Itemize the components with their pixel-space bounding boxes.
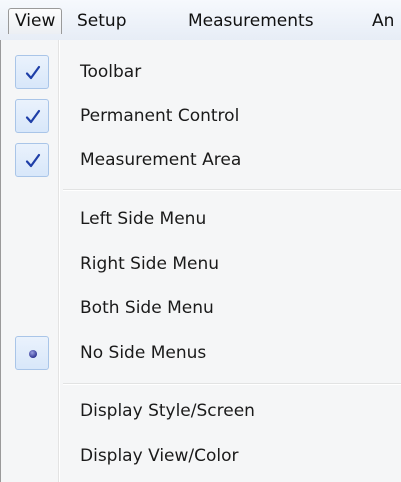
menu-item-label: Permanent Control — [80, 106, 240, 126]
menu-item-measurement-area[interactable]: Measurement Area — [1, 138, 401, 182]
check-icon — [25, 109, 41, 124]
menu-item-right-side-menu[interactable]: Right Side Menu — [1, 242, 401, 286]
check-icon — [25, 153, 41, 168]
menu-item-label: Toolbar — [80, 62, 142, 82]
menu-item-permanent-control[interactable]: Permanent Control — [1, 94, 401, 138]
menu-item-left-side-menu[interactable]: Left Side Menu — [1, 197, 401, 241]
menu-analysis[interactable]: An — [368, 9, 398, 33]
menu-item-no-side-menus[interactable]: No Side Menus — [1, 331, 401, 375]
menu-item-label: Measurement Area — [80, 150, 242, 170]
menu-measurements[interactable]: Measurements — [184, 9, 318, 33]
menu-item-both-side-menu[interactable]: Both Side Menu — [1, 286, 401, 330]
menu-item-display-view-color[interactable]: Display View/Color — [1, 434, 401, 478]
menu-setup[interactable]: Setup — [73, 9, 130, 33]
check-icon — [25, 65, 41, 80]
menu-item-label: No Side Menus — [80, 343, 207, 363]
menu-item-label: Both Side Menu — [80, 298, 214, 318]
menu-item-label: Left Side Menu — [80, 209, 207, 229]
menu-item-label: Display View/Color — [80, 446, 239, 466]
menu-bar: View Setup Measurements An — [0, 0, 401, 41]
menu-item-label: Display Style/Screen — [80, 401, 255, 421]
check-box — [15, 55, 49, 89]
check-box — [15, 99, 49, 133]
radio-box — [15, 336, 49, 370]
app-window: View Setup Measurements An Toolbar Perma… — [0, 0, 401, 482]
menu-item-display-style-screen[interactable]: Display Style/Screen — [1, 389, 401, 433]
menu-view[interactable]: View — [8, 8, 63, 34]
menu-item-label: Right Side Menu — [80, 254, 220, 274]
menu-separator — [63, 189, 401, 191]
menu-item-toolbar[interactable]: Toolbar — [1, 50, 401, 94]
view-dropdown-menu: Toolbar Permanent Control Measurement Ar… — [0, 40, 401, 482]
check-box — [15, 143, 49, 177]
menu-separator — [63, 383, 401, 385]
radio-bullet-icon — [29, 350, 37, 358]
